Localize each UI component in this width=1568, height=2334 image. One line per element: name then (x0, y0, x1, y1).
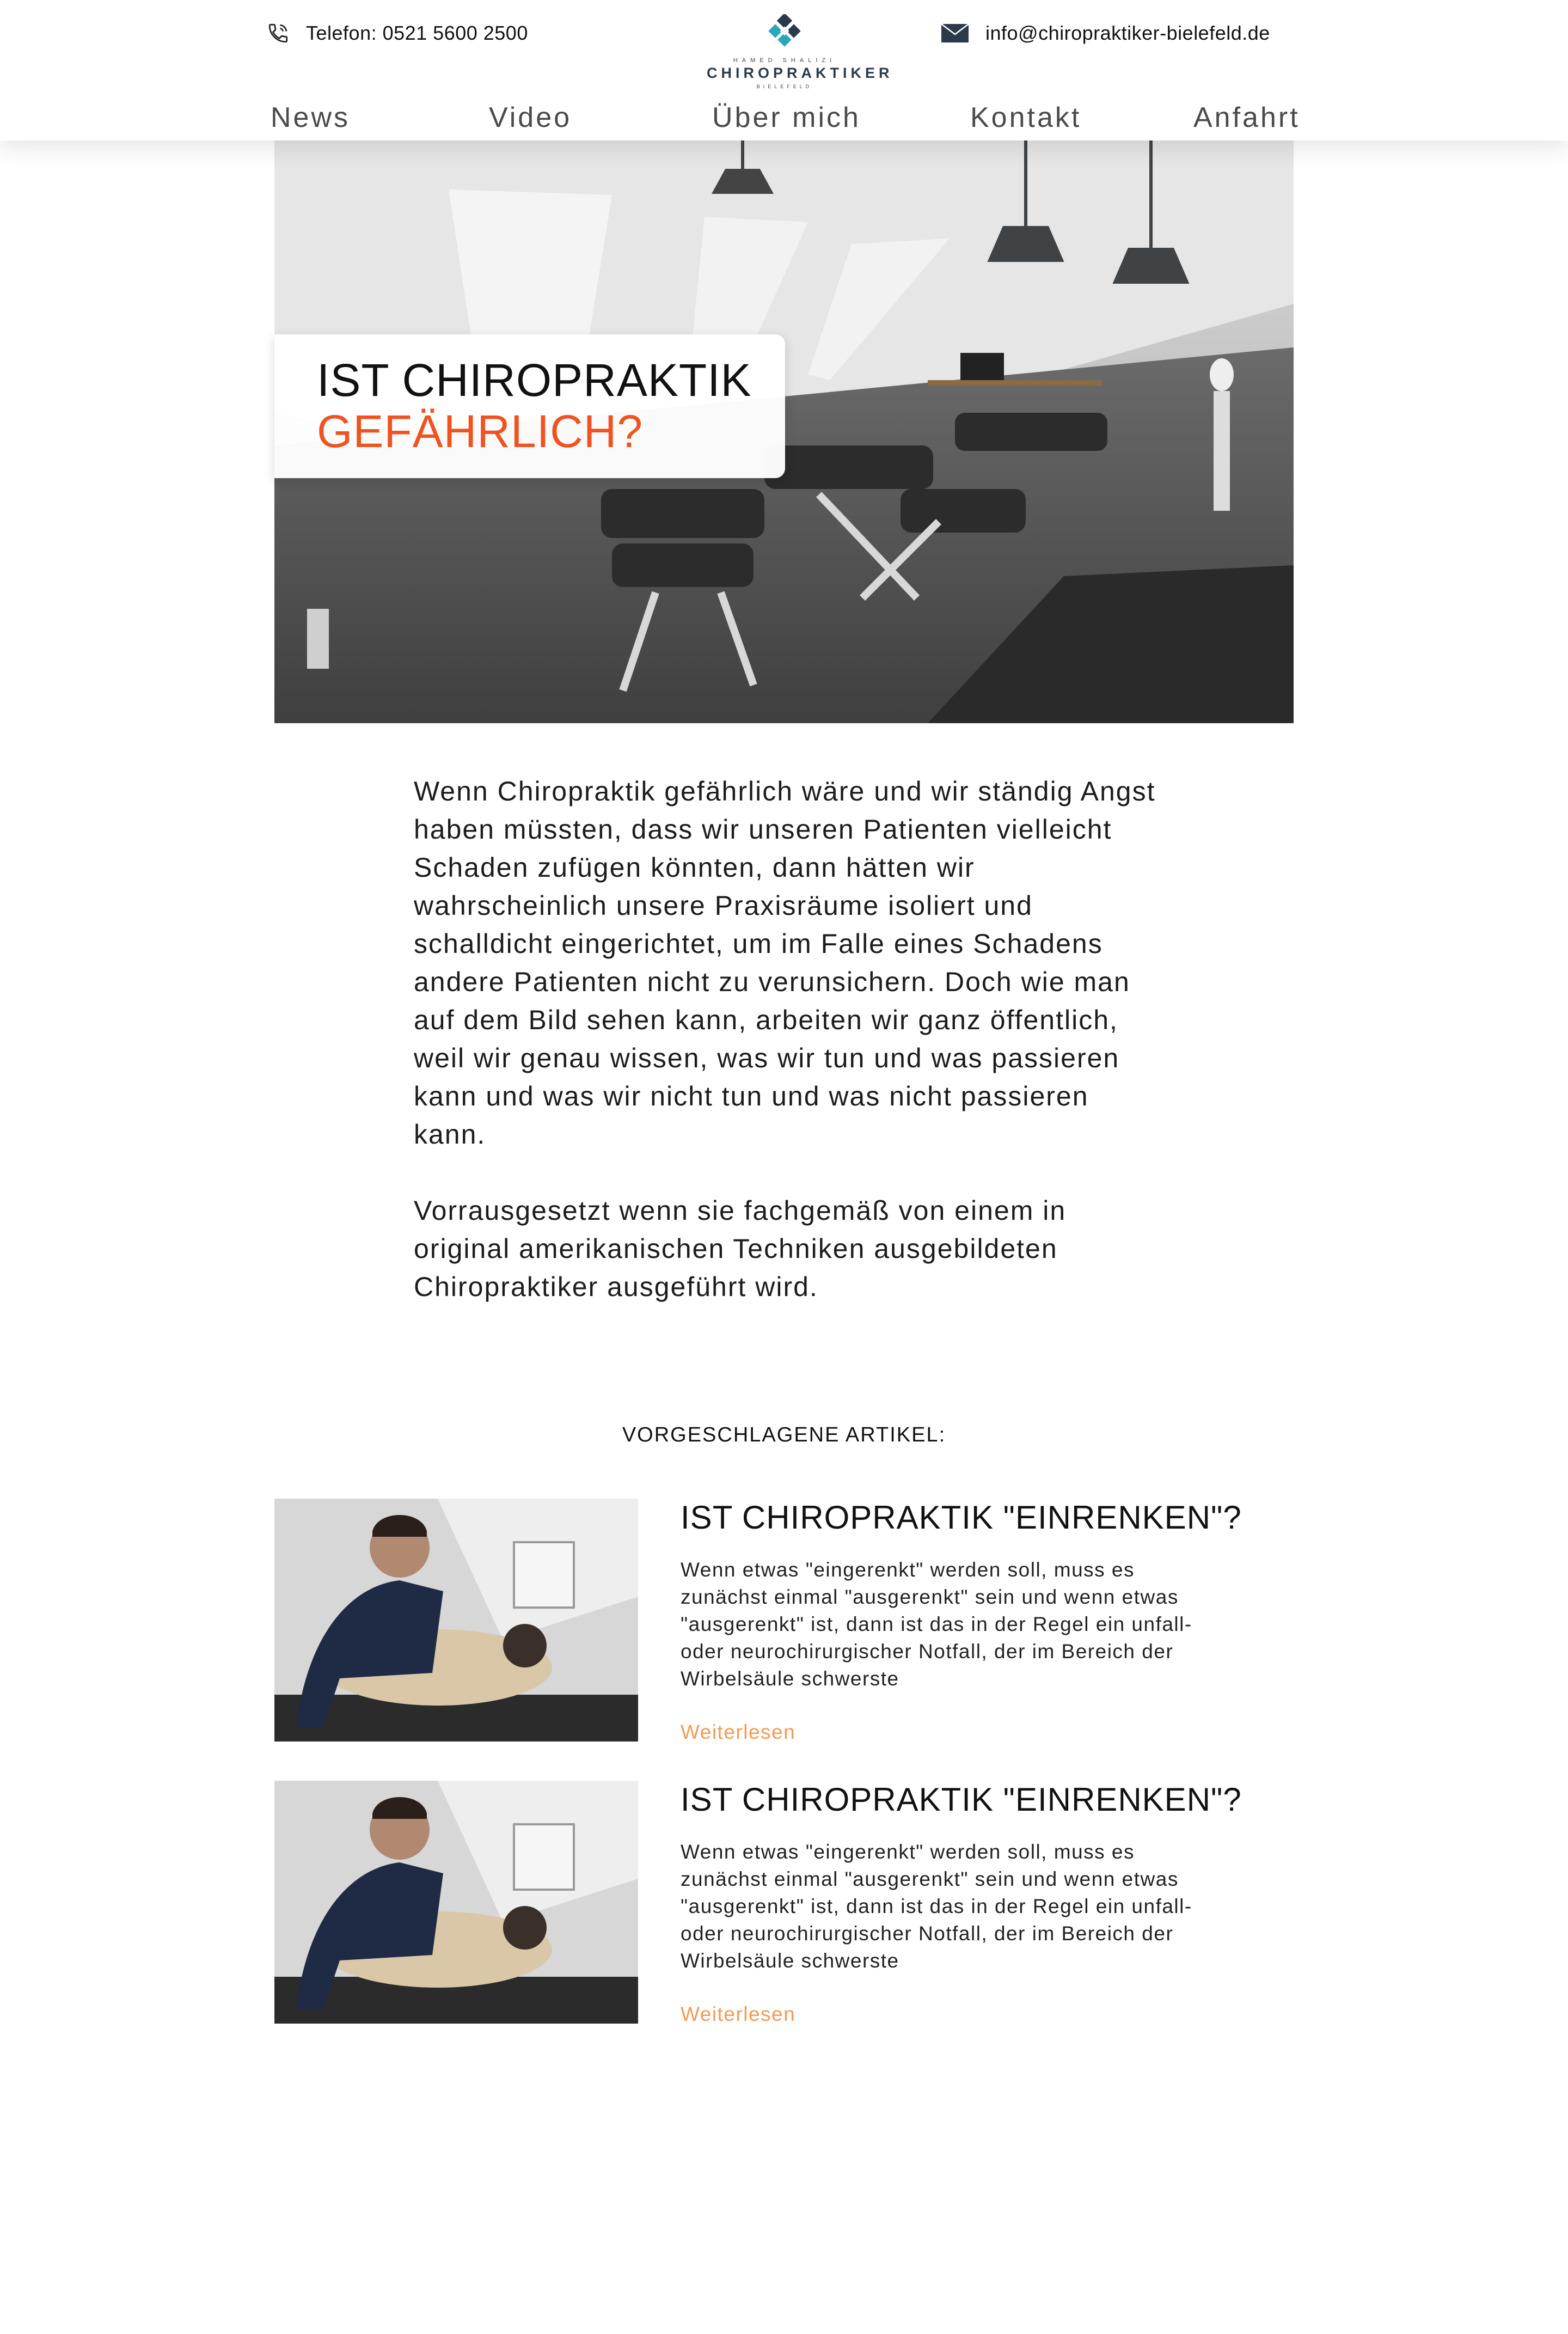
hero-title-line2: GEFÄHRLICH? (317, 406, 644, 457)
email-contact[interactable]: info@chiropraktiker-bielefeld.de (941, 20, 1270, 47)
logo[interactable]: HAMED SHALIZI CHIROPRAKTIKER BIELEFELD (707, 13, 893, 96)
chiropractor-treatment-photo (274, 1781, 638, 2024)
article-card-excerpt: Wenn etwas "eingerenkt" werden soll, mus… (681, 1841, 1192, 1972)
nav-video[interactable]: Video (489, 101, 572, 134)
hero-title-card: IST CHIROPRAKTIK GEFÄHRLICH? (274, 334, 785, 478)
article-card-title[interactable]: IST CHIROPRAKTIK "EINRENKEN"? (681, 1781, 1242, 1818)
main-nav: News Video Über mich Kontakt Anfahrt (0, 101, 1568, 134)
mail-icon (941, 23, 969, 42)
site-header: Telefon: 0521 5600 2500 HAMED SHALIZI CH… (0, 0, 1568, 140)
logo-main: CHIROPRAKTIKER (707, 65, 893, 81)
article-thumbnail[interactable] (274, 1499, 638, 1742)
email-label: info@chiropraktiker-bielefeld.de (985, 22, 1270, 44)
article-card-excerpt: Wenn etwas "eingerenkt" werden soll, mus… (681, 1559, 1192, 1690)
read-more-link[interactable]: Weiterlesen (681, 2003, 795, 2026)
read-more-link[interactable]: Weiterlesen (681, 1721, 795, 1744)
article-paragraph: Vorrausgesetzt wenn sie fachgemäß von ei… (414, 1195, 1067, 1302)
suggested-heading: VORGESCHLAGENE ARTIKEL: (622, 1423, 946, 1446)
logo-top-line: HAMED SHALIZI (733, 57, 836, 64)
article-thumbnail[interactable] (274, 1781, 638, 2024)
phone-label: Telefon: 0521 5600 2500 (306, 22, 528, 44)
article-paragraph: Wenn Chiropraktik gefährlich wäre und wi… (414, 776, 1156, 1150)
chiropractor-treatment-photo (274, 1499, 638, 1742)
nav-kontakt[interactable]: Kontakt (970, 101, 1081, 134)
nav-ueber-mich[interactable]: Über mich (712, 101, 861, 134)
phone-icon (268, 23, 288, 43)
hero-title-line1: IST CHIROPRAKTIK (317, 355, 752, 406)
article-body: Wenn Chiropraktik gefährlich wäre und wi… (414, 772, 1165, 1344)
logo-bottom-line: BIELEFELD (756, 84, 813, 89)
nav-news[interactable]: News (271, 101, 350, 134)
nav-anfahrt[interactable]: Anfahrt (1193, 101, 1300, 134)
logo-mark-icon (768, 13, 801, 47)
article-card-title[interactable]: IST CHIROPRAKTIK "EINRENKEN"? (681, 1499, 1242, 1536)
phone-contact[interactable]: Telefon: 0521 5600 2500 (267, 20, 528, 47)
